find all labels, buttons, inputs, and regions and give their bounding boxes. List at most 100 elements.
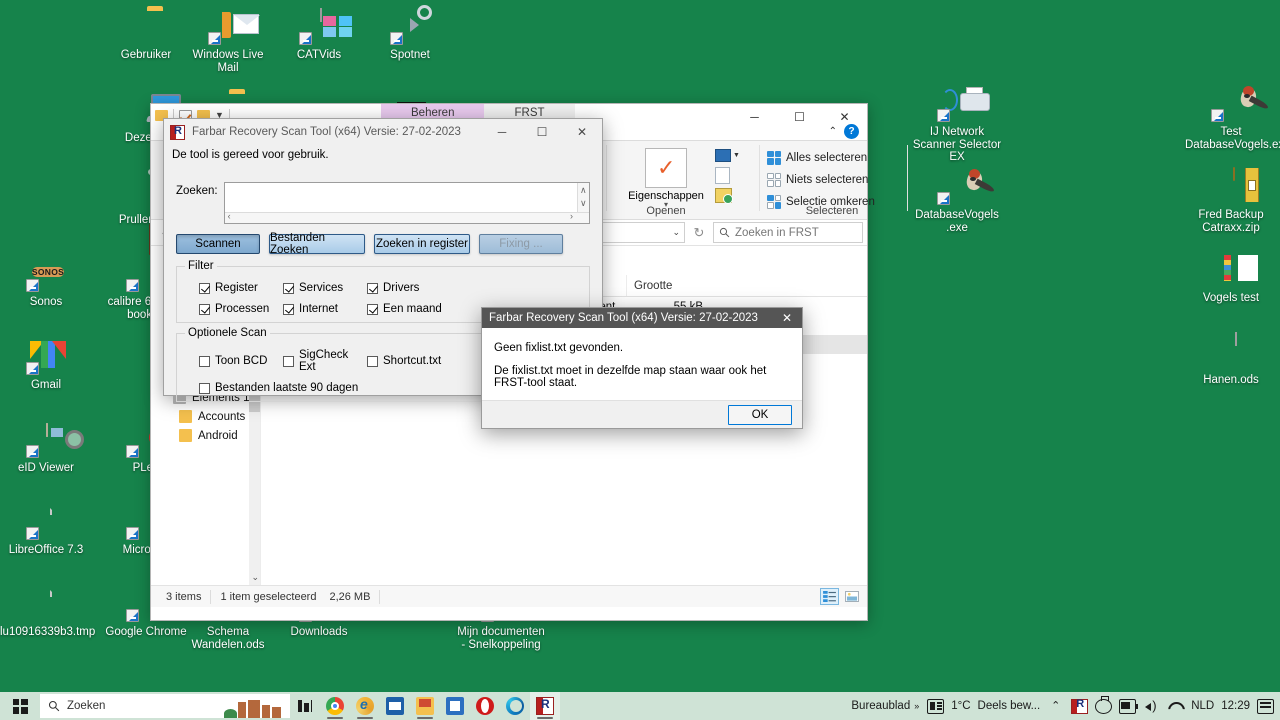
nav-item-accounts[interactable]: Accounts (151, 407, 260, 426)
chevron-down-icon[interactable]: ⌄ (672, 227, 680, 238)
properties-icon[interactable]: ✓ (645, 148, 687, 188)
desktop-icon-spotnet[interactable]: Spotnet (364, 5, 456, 62)
ribbon-group-selecteren[interactable]: Alles selecteren Niets selecteren Select… (767, 143, 897, 219)
desktop-icon-sonos[interactable]: SONOS Sonos (0, 252, 92, 309)
search-registry-button[interactable]: Zoeken in register (374, 234, 470, 254)
shortcut-arrow-icon (126, 527, 139, 540)
taskbar-app-opera[interactable] (470, 692, 500, 720)
desktop-icon-ij-network-scanner-selector-ex[interactable]: IJ Network Scanner Selector EX (911, 82, 1003, 164)
search-field[interactable]: Zoeken in FRST (713, 222, 863, 243)
taskbar[interactable]: Zoeken Bureaublad » 1°C Deels bew... ⌃ N… (0, 692, 1280, 720)
search-input[interactable]: ∧ ∨ ‹ › (223, 182, 590, 224)
frst-icon[interactable] (1071, 698, 1089, 714)
taskbar-app-edge[interactable] (500, 692, 530, 720)
clock[interactable]: 12:29 (1221, 700, 1250, 712)
task-view-button[interactable] (290, 700, 320, 712)
textbox-vertical-scrollbar[interactable]: ∧ ∨ (577, 183, 589, 214)
search-input[interactable]: Zoeken (40, 694, 290, 718)
search-files-button[interactable]: Bestanden Zoeken (269, 232, 365, 256)
ribbon-group-caption: Openen (646, 205, 686, 217)
close-button[interactable]: ✕ (562, 119, 602, 145)
edit-icon[interactable] (715, 167, 730, 184)
taskbar-app-file-explorer[interactable] (410, 692, 440, 720)
ok-button[interactable]: OK (728, 404, 792, 425)
chevron-up-icon[interactable]: ∧ (580, 185, 587, 196)
frst-message-dialog[interactable]: Farbar Recovery Scan Tool (x64) Versie: … (481, 307, 803, 429)
history-icon[interactable] (715, 188, 733, 204)
checkbox-services[interactable]: Services (283, 282, 367, 294)
maximize-button[interactable]: ☐ (522, 119, 562, 145)
open-with-icon[interactable]: ▼ (715, 149, 751, 162)
checkbox-internet[interactable]: Internet (283, 303, 367, 315)
select-all-button[interactable]: Alles selecteren (767, 149, 897, 166)
desktop-icon-vogels-test[interactable]: Vogels test (1185, 248, 1277, 305)
news-and-interests-icon[interactable] (927, 698, 945, 714)
desktop-icon-catvids[interactable]: CATVids (273, 5, 365, 62)
desktop-icon-eid-viewer[interactable]: eID Viewer (0, 418, 92, 475)
chevron-down-icon[interactable]: ⌄ (251, 572, 259, 583)
scan-button[interactable]: Scannen (176, 234, 260, 254)
taskbar-app-mail[interactable] (380, 692, 410, 720)
desktop-icon-lu10916339b3-tmp[interactable]: lu10916339b3.tmp (0, 582, 95, 639)
nav-item-label: Accounts (198, 410, 246, 423)
chevron-right-icon[interactable]: › (570, 211, 573, 221)
taskbar-app-store[interactable] (440, 692, 470, 720)
checkbox-drivers[interactable]: Drivers (367, 282, 451, 294)
checkbox-label: Bestanden laatste 90 dagen (215, 382, 359, 394)
minimize-button[interactable]: ─ (482, 119, 522, 145)
help-icon[interactable]: ? (844, 124, 859, 139)
desktop-peek-label[interactable]: Bureaublad » (851, 700, 927, 712)
frst-title-bar[interactable]: Farbar Recovery Scan Tool (x64) Versie: … (164, 119, 602, 145)
chevron-down-icon[interactable]: ∨ (580, 198, 587, 209)
ribbon-group-openen[interactable]: ✓ Eigenschappen ▾ Openen (611, 143, 721, 219)
weather-temperature[interactable]: 1°C (951, 700, 970, 712)
desktop-icon-fred-backup-catraxx-zip[interactable]: Fred Backup Catraxx.zip (1185, 165, 1277, 234)
checkbox-shortcut-txt[interactable]: Shortcut.txt (367, 349, 451, 373)
taskbar-app-chrome[interactable] (320, 692, 350, 720)
textbox-horizontal-scrollbar[interactable]: ‹ › (224, 211, 589, 223)
desktop-icon-libreoffice-7-3[interactable]: LibreOffice 7.3 (0, 500, 92, 557)
frst-action-buttons[interactable]: Scannen Bestanden Zoeken Zoeken in regis… (164, 232, 602, 256)
camera-icon[interactable] (1095, 695, 1113, 714)
checkbox-register[interactable]: Register (199, 282, 283, 294)
desktop-icon-hanen-ods[interactable]: Hanen.ods (1185, 330, 1277, 387)
large-icons-view-icon[interactable] (842, 588, 861, 605)
user-folder-icon (126, 5, 166, 45)
overflow-icon[interactable]: » (914, 701, 919, 711)
taskbar-app-internet-explorer[interactable] (350, 692, 380, 720)
close-icon[interactable]: ✕ (772, 308, 802, 328)
ribbon-openen-small-buttons[interactable]: ▼ (715, 143, 751, 219)
dialog-title-bar[interactable]: Farbar Recovery Scan Tool (x64) Versie: … (482, 308, 802, 328)
collapse-ribbon-icon[interactable]: ⌃ (829, 126, 837, 137)
system-tray[interactable]: 1°C Deels bew... ⌃ NLD 12:29 (927, 695, 1280, 714)
view-buttons[interactable] (820, 588, 861, 605)
chevron-left-icon[interactable]: ‹ (228, 211, 231, 221)
frst-window-controls[interactable]: ─ ☐ ✕ (482, 119, 602, 145)
checkbox-processen[interactable]: Processen (199, 303, 283, 315)
desktop-icon-label: Google Chrome (105, 626, 187, 638)
taskbar-app-frst[interactable] (530, 692, 560, 720)
select-none-button[interactable]: Niets selecteren (767, 171, 897, 188)
start-button[interactable] (0, 692, 40, 720)
checkbox-toon-bcd[interactable]: Toon BCD (199, 349, 283, 373)
language-indicator[interactable]: NLD (1191, 700, 1214, 712)
checkbox-een-maand[interactable]: Een maand (367, 303, 451, 315)
details-view-icon[interactable] (820, 588, 839, 605)
checkbox-sigcheck-ext[interactable]: SigCheck Ext (283, 349, 367, 373)
desktop-icon-test-databasevogels-exe[interactable]: Test DatabaseVogels.exe (1185, 82, 1280, 151)
nav-item-android[interactable]: Android (151, 426, 260, 445)
action-center-icon[interactable] (1257, 698, 1274, 714)
wifi-icon[interactable] (1167, 699, 1184, 714)
desktop-icon-windows-live-mail[interactable]: Windows Live Mail (182, 5, 274, 74)
battery-icon[interactable] (1119, 698, 1139, 714)
volume-icon[interactable] (1143, 698, 1160, 714)
checkbox-bestanden-laatste-90-dagen[interactable]: Bestanden laatste 90 dagen (199, 382, 358, 394)
desktop-icon-gebruiker[interactable]: Gebruiker (100, 5, 192, 62)
column-header-size[interactable]: Grootte (626, 275, 711, 296)
frst-window-title: Farbar Recovery Scan Tool (x64) Versie: … (192, 126, 461, 138)
desktop-icon-gmail[interactable]: Gmail (0, 335, 92, 392)
chevron-up-icon[interactable]: ⌃ (1047, 699, 1064, 714)
weather-condition[interactable]: Deels bew... (978, 700, 1041, 712)
desktop-icon-databasevogels-exe[interactable]: DatabaseVogels .exe (911, 165, 1003, 234)
refresh-button[interactable]: ↻ (690, 225, 708, 241)
